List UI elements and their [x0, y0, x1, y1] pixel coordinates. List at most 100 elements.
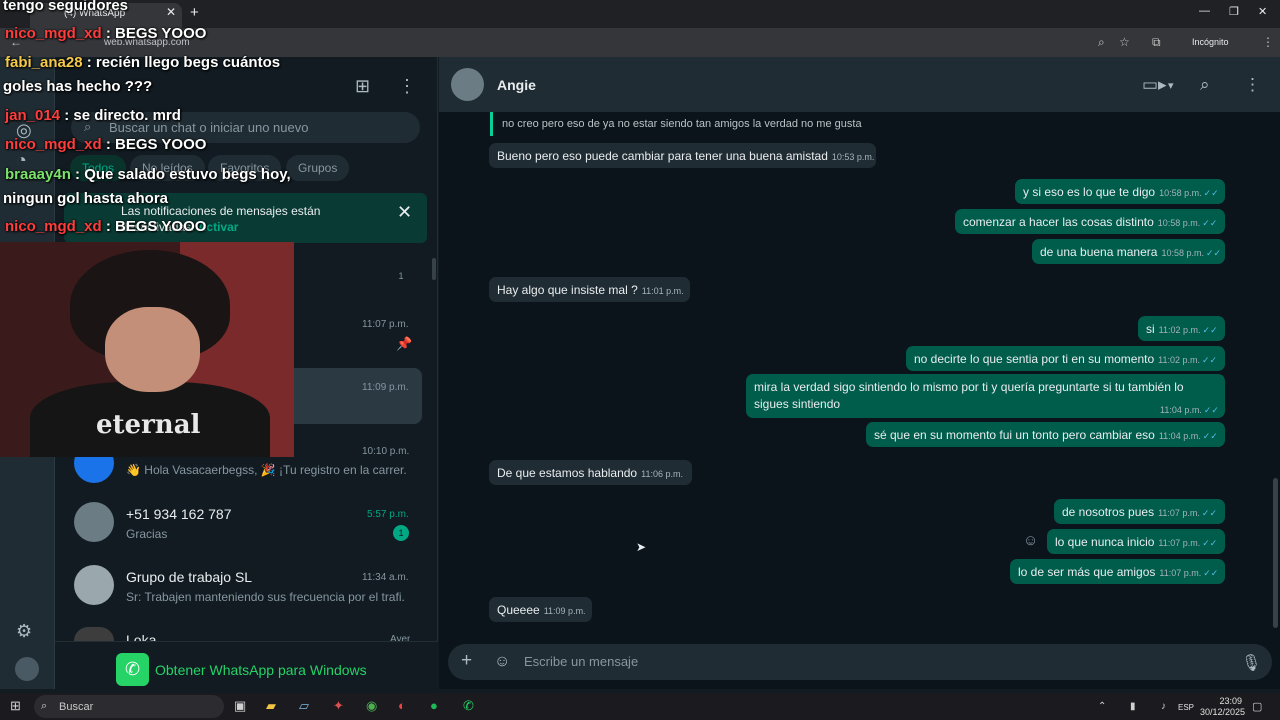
install-app-icon[interactable]: ⧉ — [1152, 35, 1161, 50]
read-ticks-icon: ✓✓ — [1202, 325, 1218, 335]
list-scrollbar[interactable] — [432, 258, 436, 280]
message-text: de nosotros pues — [1062, 505, 1155, 519]
overlay-chat-line: jan_014 : se directo. mrd — [5, 107, 181, 124]
overlay-chat-line: nico_mgd_xd : BEGS YOOO — [5, 218, 206, 235]
file-explorer-icon[interactable]: ▰ — [266, 698, 276, 714]
tab-close-icon[interactable]: ✕ — [166, 5, 176, 19]
get-app-link[interactable]: Obtener WhatsApp para Windows — [155, 662, 367, 678]
volume-icon[interactable]: ♪ — [1161, 701, 1166, 712]
message-time: 10:58 p.m. — [1157, 218, 1201, 228]
close-icon[interactable]: ✕ — [397, 202, 412, 223]
chat-name[interactable]: Loka — [126, 632, 156, 641]
emoji-react-icon[interactable]: ☺ — [1023, 532, 1038, 549]
message-time: 11:07 p.m. — [1158, 508, 1200, 518]
search-icon: ⌕ — [41, 700, 48, 712]
contact-name[interactable]: Angie — [497, 77, 536, 93]
overlay-chat-line: goles has hecho ??? — [3, 78, 152, 95]
avatar[interactable] — [74, 565, 114, 605]
overlay-text: : BEGS YOOO — [101, 136, 207, 153]
message-in: Hay algo que insiste mal ? 11:01 p.m. — [489, 277, 690, 302]
overlay-text: : se directo. mrd — [60, 107, 181, 124]
message-time: 10:58 p.m. — [1161, 248, 1204, 258]
message-text: Queeee — [497, 603, 540, 617]
attach-plus-icon[interactable]: + — [461, 650, 472, 672]
overlay-chat-line: nico_mgd_xd : BEGS YOOO — [5, 136, 206, 153]
overlay-text: tengo seguidores — [3, 0, 129, 14]
overlay-chat-line: ningun gol hasta ahora — [3, 190, 168, 207]
chat-menu-icon[interactable]: ⋮ — [1244, 75, 1261, 95]
taskbar-clock[interactable]: 23:09 30/12/2025 — [1200, 696, 1245, 718]
message-text: lo de ser más que amigos — [1018, 565, 1156, 579]
message-text: sé que en su momento fui un tonto pero c… — [874, 428, 1155, 442]
chat-time: Ayer — [390, 634, 411, 641]
message-out: mira la verdad sigo sintiendo lo mismo p… — [746, 374, 1225, 418]
message-text: si — [1146, 322, 1155, 336]
overlay-text: : recién llego begs cuántos — [82, 54, 281, 71]
overlay-chat-line: tengo seguidores — [3, 0, 128, 14]
read-ticks-icon: ✓✓ — [1202, 355, 1218, 365]
overlay-chat-line: nico_mgd_xd : BEGS YOOO — [5, 25, 206, 42]
webcam-person-face — [105, 307, 200, 392]
notification-center-icon[interactable]: ▢ — [1252, 700, 1262, 713]
pin-icon: 📌 — [396, 336, 413, 351]
filter-chip-grupos[interactable]: Grupos — [286, 155, 350, 181]
new-tab-icon[interactable]: + — [190, 4, 199, 21]
search-icon[interactable]: ⌕ — [1200, 75, 1210, 95]
restore-icon[interactable]: ❐ — [1229, 5, 1239, 18]
conversation-scrollbar[interactable] — [1273, 478, 1278, 628]
quoted-message: no creo pero eso de ya no estar siendo t… — [490, 112, 885, 136]
chrome-icon[interactable]: ◉ — [366, 698, 377, 714]
webcam-overlay: eternal — [0, 242, 294, 457]
tray-chevron-icon[interactable]: ⌃ — [1098, 701, 1106, 712]
minimize-icon[interactable]: — — [1199, 5, 1210, 17]
taskbar-search[interactable]: Buscar — [34, 695, 224, 718]
message-input[interactable]: Escribe un mensaje — [524, 654, 638, 669]
chat-time: 5:57 p.m. — [367, 509, 409, 520]
list-menu-icon[interactable]: ⋮ — [398, 76, 416, 97]
whatsapp-logo-icon[interactable]: ✆ — [116, 653, 149, 686]
overlay-username: fabi_ana28 — [5, 54, 83, 71]
chat-name[interactable]: Grupo de trabajo SL — [126, 569, 252, 585]
chevron-down-icon[interactable]: ▾ — [1168, 79, 1174, 92]
mouse-cursor-icon: ➤ — [636, 540, 647, 554]
obs-icon[interactable]: ◐ — [398, 698, 406, 713]
overlay-text: : BEGS YOOO — [101, 218, 207, 235]
message-time: 10:53 p.m. — [831, 152, 875, 162]
message-in: De que estamos hablando 11:06 p.m. — [489, 460, 692, 485]
mic-tray-icon[interactable]: ▮ — [1130, 701, 1136, 712]
whatsapp-taskbar-icon[interactable]: ✆ — [463, 698, 474, 714]
read-ticks-icon: ✓✓ — [1202, 431, 1218, 441]
zoom-icon[interactable]: ⌕ — [1098, 35, 1105, 50]
new-chat-icon[interactable]: ⊞ — [355, 76, 370, 97]
language-indicator[interactable]: ESP — [1178, 703, 1194, 712]
message-text-line2: sigues sintiendo 11:04 p.m. ✓✓ — [754, 397, 1225, 415]
read-ticks-icon: ✓✓ — [1203, 568, 1219, 578]
message-in: Bueno pero eso puede cambiar para tener … — [489, 143, 876, 168]
task-view-icon[interactable]: ▣ — [234, 698, 246, 714]
message-time: 11:07 p.m. — [1159, 568, 1202, 578]
profile-avatar[interactable] — [15, 657, 39, 681]
bookmark-star-icon[interactable]: ☆ — [1119, 35, 1130, 49]
notes-app-icon[interactable]: ▱ — [299, 698, 309, 714]
avatar[interactable] — [74, 627, 114, 641]
video-call-icon[interactable]: ▭▸ — [1142, 75, 1167, 95]
avatar[interactable] — [74, 502, 114, 542]
contact-avatar[interactable] — [451, 68, 484, 101]
app-icon[interactable]: ✦ — [333, 698, 344, 714]
incognito-label[interactable]: Incógnito — [1192, 37, 1229, 47]
close-window-icon[interactable]: ✕ — [1258, 5, 1267, 18]
settings-gear-icon[interactable]: ⚙ — [16, 621, 32, 642]
message-text: no decirte lo que sentia por ti en su mo… — [914, 352, 1155, 366]
message-out: sé que en su momento fui un tonto pero c… — [866, 422, 1225, 447]
microphone-icon[interactable]: 🎙 — [1241, 653, 1261, 673]
emoji-icon[interactable]: ☺ — [494, 653, 510, 671]
chat-preview: Gracias — [126, 527, 168, 541]
read-ticks-icon: ✓✓ — [1203, 188, 1219, 198]
browser-menu-icon[interactable]: ⋮ — [1262, 35, 1274, 49]
windows-start-icon[interactable]: ⊞ — [10, 698, 21, 714]
overlay-text: : BEGS YOOO — [101, 25, 207, 42]
message-time: 11:04 p.m. — [1160, 405, 1202, 415]
read-ticks-icon: ✓✓ — [1203, 405, 1219, 415]
chat-name[interactable]: +51 934 162 787 — [126, 506, 232, 522]
spotify-icon[interactable]: ● — [430, 698, 438, 713]
